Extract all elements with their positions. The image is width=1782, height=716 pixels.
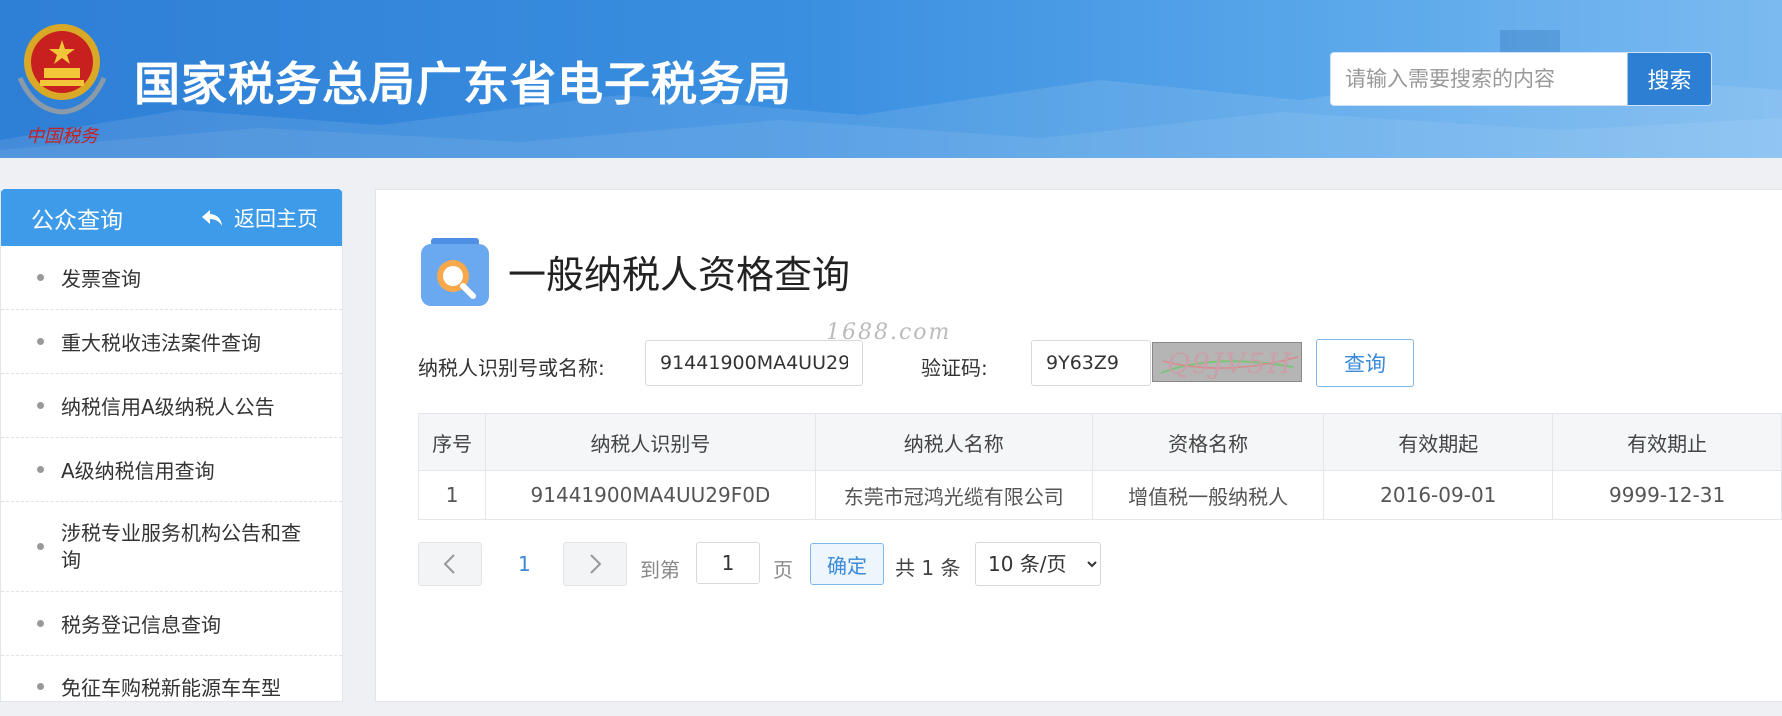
cell-taxpayer-id: 91441900MA4UU29F0D bbox=[485, 470, 816, 520]
sidebar-item-label: 纳税信用A级纳税人公告 bbox=[61, 395, 275, 419]
sidebar-item-label: A级纳税信用查询 bbox=[61, 459, 215, 483]
bullet-icon bbox=[37, 620, 44, 627]
sidebar-item-label: 免征车购税新能源车车型 bbox=[61, 675, 281, 700]
sidebar-item-registration-info[interactable]: 税务登记信息查询 bbox=[1, 592, 342, 656]
col-header-valid-to: 有效期止 bbox=[1552, 413, 1782, 471]
col-header-taxpayer-id: 纳税人识别号 bbox=[485, 413, 816, 471]
bullet-icon bbox=[37, 682, 44, 690]
col-header-qualification: 资格名称 bbox=[1091, 413, 1325, 471]
next-page-button[interactable] bbox=[563, 542, 627, 586]
cell-index: 1 bbox=[417, 470, 487, 520]
bullet-icon bbox=[37, 338, 44, 345]
result-table: 序号 纳税人识别号 纳税人名称 资格名称 有效期起 有效期止 1 9144190… bbox=[417, 413, 1782, 520]
taxpayer-label: 纳税人识别号或名称: bbox=[418, 356, 605, 380]
cell-taxpayer-name: 东莞市冠鸿光缆有限公司 bbox=[814, 470, 1093, 520]
goto-page-input[interactable] bbox=[696, 542, 760, 584]
search-button[interactable]: 搜索 bbox=[1627, 53, 1711, 105]
sidebar-item-violation-cases[interactable]: 重大税收违法案件查询 bbox=[1, 310, 342, 374]
col-header-taxpayer-name: 纳税人名称 bbox=[814, 413, 1093, 471]
query-magnifier-icon bbox=[421, 238, 489, 306]
cell-valid-from: 2016-09-01 bbox=[1323, 470, 1554, 520]
chevron-right-icon bbox=[590, 554, 602, 574]
search-input[interactable] bbox=[1331, 53, 1627, 105]
bullet-icon bbox=[37, 274, 44, 281]
sidebar-item-label: 税务登记信息查询 bbox=[61, 613, 221, 637]
watermark-text: 1688.com bbox=[826, 320, 952, 345]
main-panel: 一般纳税人资格查询 纳税人识别号或名称: 1688.com 验证码: Q9JV5… bbox=[375, 189, 1782, 702]
sidebar-title: 公众查询 bbox=[31, 207, 123, 234]
sidebar-item-label: 发票查询 bbox=[61, 267, 141, 291]
captcha-image[interactable]: Q9JV5H bbox=[1152, 342, 1302, 382]
goto-label: 到第 bbox=[640, 558, 680, 582]
page-unit-label: 页 bbox=[773, 558, 793, 582]
table-row: 1 91441900MA4UU29F0D 东莞市冠鸿光缆有限公司 增值税一般纳税… bbox=[417, 470, 1782, 520]
sidebar-item-a-level-announcement[interactable]: 纳税信用A级纳税人公告 bbox=[1, 374, 342, 438]
sidebar-header: 公众查询 返回主页 bbox=[1, 189, 342, 246]
sidebar: 公众查询 返回主页 发票查询 重大税收违法案件查询 纳税信用A级纳税人公告 A级… bbox=[0, 189, 343, 702]
sidebar-item-tax-service-agencies[interactable]: 涉税专业服务机构公告和查询 bbox=[1, 502, 342, 592]
back-home-link[interactable]: 返回主页 bbox=[200, 203, 318, 233]
back-home-label: 返回主页 bbox=[234, 206, 318, 231]
search-bar: 搜索 bbox=[1330, 52, 1712, 106]
captcha-text: Q9JV5H bbox=[1167, 347, 1294, 380]
sidebar-item-label: 涉税专业服务机构公告和查询 bbox=[61, 520, 301, 572]
page-size-select[interactable]: 10 条/页 bbox=[975, 542, 1101, 586]
query-button[interactable]: 查询 bbox=[1316, 339, 1414, 387]
cell-qualification: 增值税一般纳税人 bbox=[1091, 470, 1325, 520]
sidebar-item-invoice-query[interactable]: 发票查询 bbox=[1, 246, 342, 310]
sidebar-item-a-level-credit[interactable]: A级纳税信用查询 bbox=[1, 438, 342, 502]
sidebar-item-label: 重大税收违法案件查询 bbox=[61, 331, 261, 355]
captcha-input[interactable] bbox=[1031, 340, 1151, 386]
reply-arrow-icon bbox=[202, 209, 222, 226]
total-count: 共 1 条 bbox=[895, 556, 961, 580]
chevron-left-icon bbox=[443, 554, 455, 574]
emblem-caption: 中国税务 bbox=[26, 126, 100, 147]
taxpayer-id-input[interactable] bbox=[645, 340, 863, 386]
col-header-valid-from: 有效期起 bbox=[1323, 413, 1554, 471]
bullet-icon bbox=[37, 466, 44, 473]
page-title: 一般纳税人资格查询 bbox=[508, 253, 851, 297]
table-header-row: 序号 纳税人识别号 纳税人名称 资格名称 有效期起 有效期止 bbox=[417, 413, 1782, 471]
col-header-index: 序号 bbox=[417, 413, 487, 471]
bullet-icon bbox=[37, 402, 44, 409]
prev-page-button[interactable] bbox=[418, 542, 482, 586]
tax-emblem-logo: 中国税务 bbox=[14, 18, 110, 150]
site-title: 国家税务总局广东省电子税务局 bbox=[134, 57, 792, 111]
bullet-icon bbox=[37, 543, 44, 550]
captcha-label: 验证码: bbox=[921, 356, 988, 380]
page-number-current[interactable]: 1 bbox=[518, 552, 531, 576]
site-header: 中国税务 国家税务总局广东省电子税务局 搜索 bbox=[0, 0, 1782, 158]
confirm-goto-button[interactable]: 确定 bbox=[810, 543, 884, 585]
cell-valid-to: 9999-12-31 bbox=[1552, 470, 1782, 520]
sidebar-item-new-energy-vehicles[interactable]: 免征车购税新能源车车型 bbox=[1, 656, 342, 716]
